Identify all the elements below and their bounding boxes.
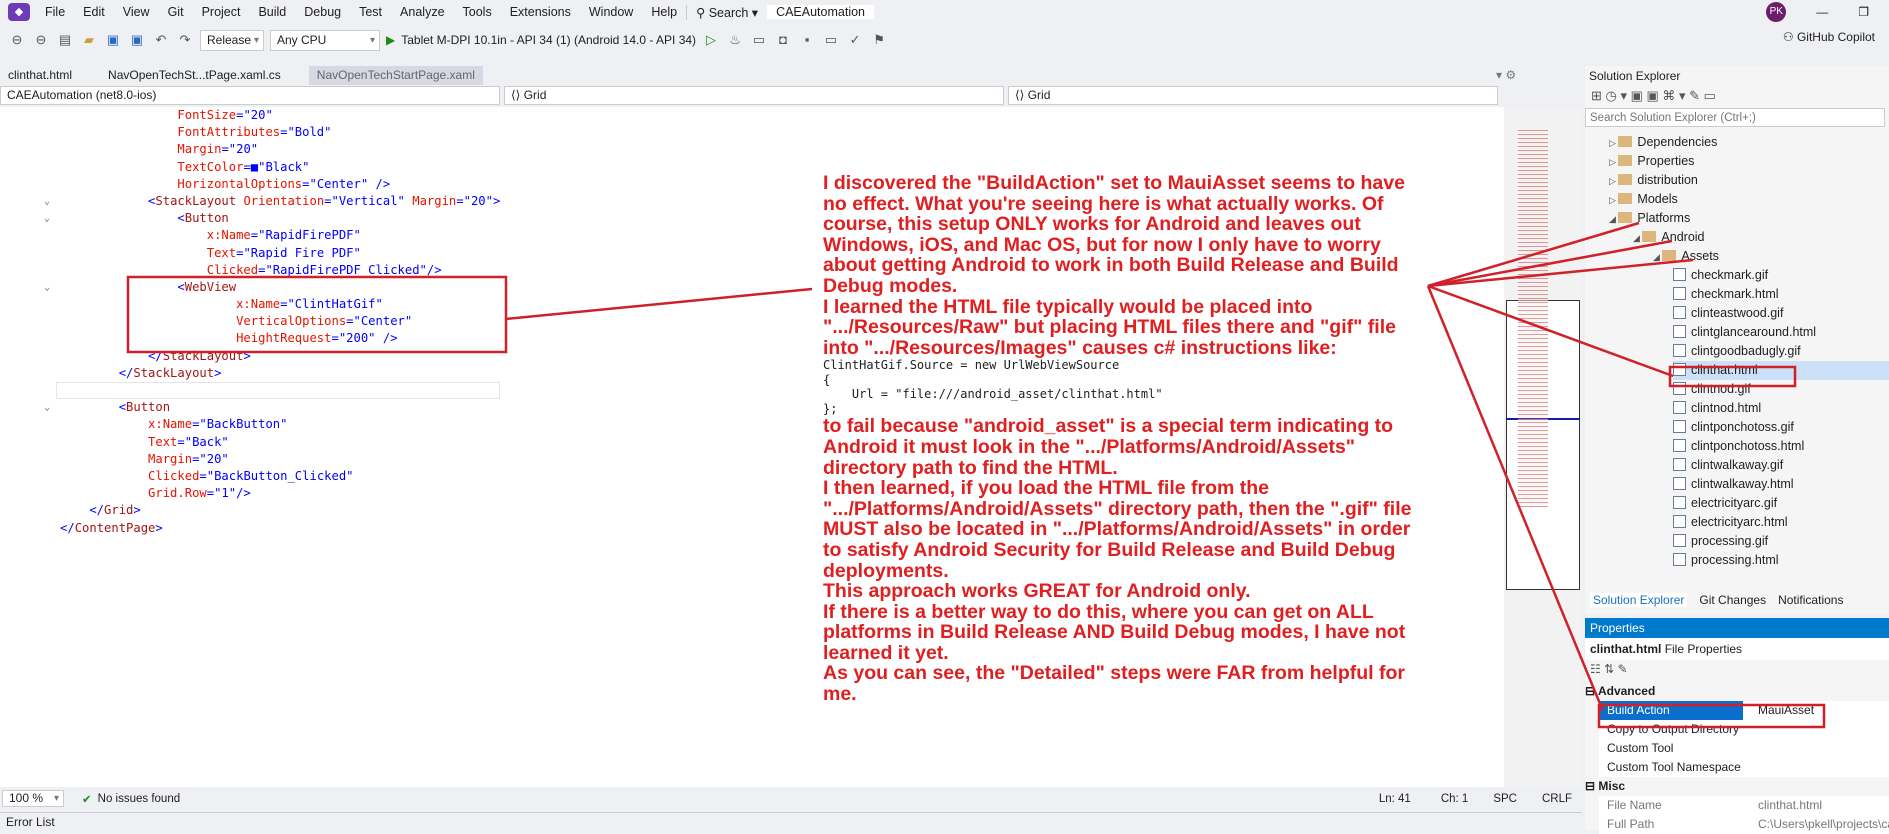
- annotation-overlay: [126, 221, 1826, 729]
- arrow-to-build-action: [1426, 285, 1605, 712]
- clinthat-highlight-box: [1668, 365, 1797, 388]
- arrow-to-android: [1427, 239, 1673, 288]
- build-action-highlight-box: [1597, 703, 1826, 729]
- arrow-to-clinthat: [1427, 284, 1674, 378]
- annotation-arrows: [505, 221, 1694, 712]
- arrow-to-webview: [505, 287, 813, 321]
- webview-highlight-box: [126, 275, 508, 354]
